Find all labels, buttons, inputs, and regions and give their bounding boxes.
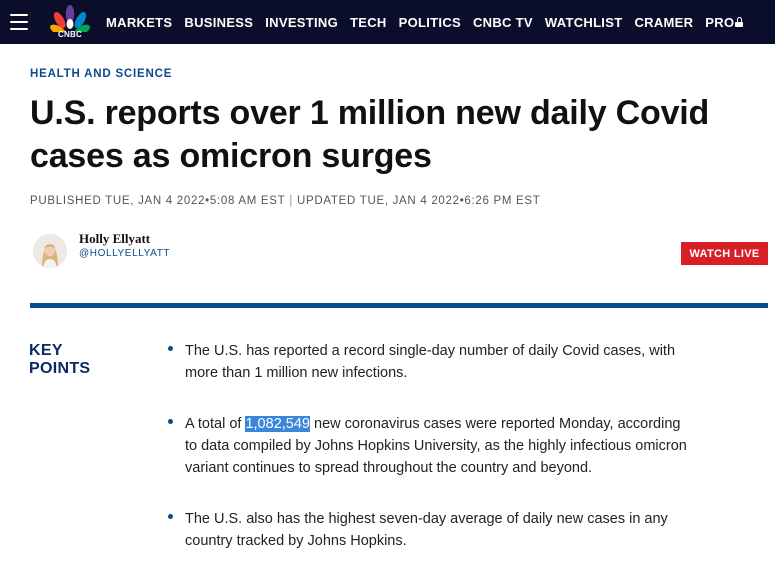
highlighted-case-count: 1,082,549 <box>245 416 310 432</box>
key-point-text: The U.S. has reported a record single-da… <box>185 343 676 381</box>
cnbc-logo[interactable]: CNBC <box>48 4 92 40</box>
nav-item-cnbc-tv[interactable]: CNBC TV <box>473 15 533 30</box>
nav-menu: MARKETS BUSINESS INVESTING TECH POLITICS… <box>106 0 755 44</box>
key-point-text: The U.S. also has the highest seven-day … <box>185 511 668 549</box>
nav-item-markets[interactable]: MARKETS <box>106 15 172 30</box>
published-time: PUBLISHED TUE, JAN 4 2022•5:08 AM EST <box>30 195 286 207</box>
key-point-item: The U.S. also has the highest seven-day … <box>168 508 688 552</box>
updated-time: UPDATED TUE, JAN 4 2022•6:26 PM EST <box>297 195 541 207</box>
article-headline: U.S. reports over 1 million new daily Co… <box>30 94 710 175</box>
key-points-heading-line1: KEY <box>29 342 63 359</box>
menu-icon[interactable] <box>10 14 28 30</box>
author-avatar[interactable] <box>33 234 67 268</box>
nav-item-tech[interactable]: TECH <box>350 15 387 30</box>
watch-live-button[interactable]: WATCH LIVE <box>681 242 768 265</box>
timestamp-separator: | <box>289 195 294 207</box>
nav-item-pro-label: PRO <box>705 14 735 30</box>
key-points-heading-line2: POINTS <box>29 360 91 377</box>
author-name[interactable]: Holly Ellyatt <box>79 231 150 247</box>
nav-item-investing[interactable]: INVESTING <box>265 15 338 30</box>
key-point-text-before: A total of <box>185 416 246 432</box>
key-points-list: The U.S. has reported a record single-da… <box>168 340 688 552</box>
nav-item-pro[interactable]: PRO <box>705 14 744 30</box>
key-point-item: A total of 1,082,549 new coronavirus cas… <box>168 413 688 479</box>
top-nav: CNBC MARKETS BUSINESS INVESTING TECH POL… <box>0 0 775 44</box>
author-twitter-handle[interactable]: @HOLLYELLYATT <box>79 248 170 259</box>
nav-item-politics[interactable]: POLITICS <box>399 15 461 30</box>
key-points-heading: KEY POINTS <box>29 342 90 378</box>
section-divider <box>30 303 768 308</box>
nav-item-cramer[interactable]: CRAMER <box>634 15 693 30</box>
article-timestamps: PUBLISHED TUE, JAN 4 2022•5:08 AM EST | UP… <box>30 195 541 207</box>
section-label[interactable]: HEALTH AND SCIENCE <box>30 68 172 80</box>
nav-item-business[interactable]: BUSINESS <box>184 15 253 30</box>
nav-item-watchlist[interactable]: WATCHLIST <box>545 15 623 30</box>
author-photo-icon <box>33 234 67 268</box>
key-point-item: The U.S. has reported a record single-da… <box>168 340 688 384</box>
peacock-icon <box>50 5 90 32</box>
logo-wordmark: CNBC <box>58 30 82 39</box>
lock-icon <box>735 16 744 27</box>
